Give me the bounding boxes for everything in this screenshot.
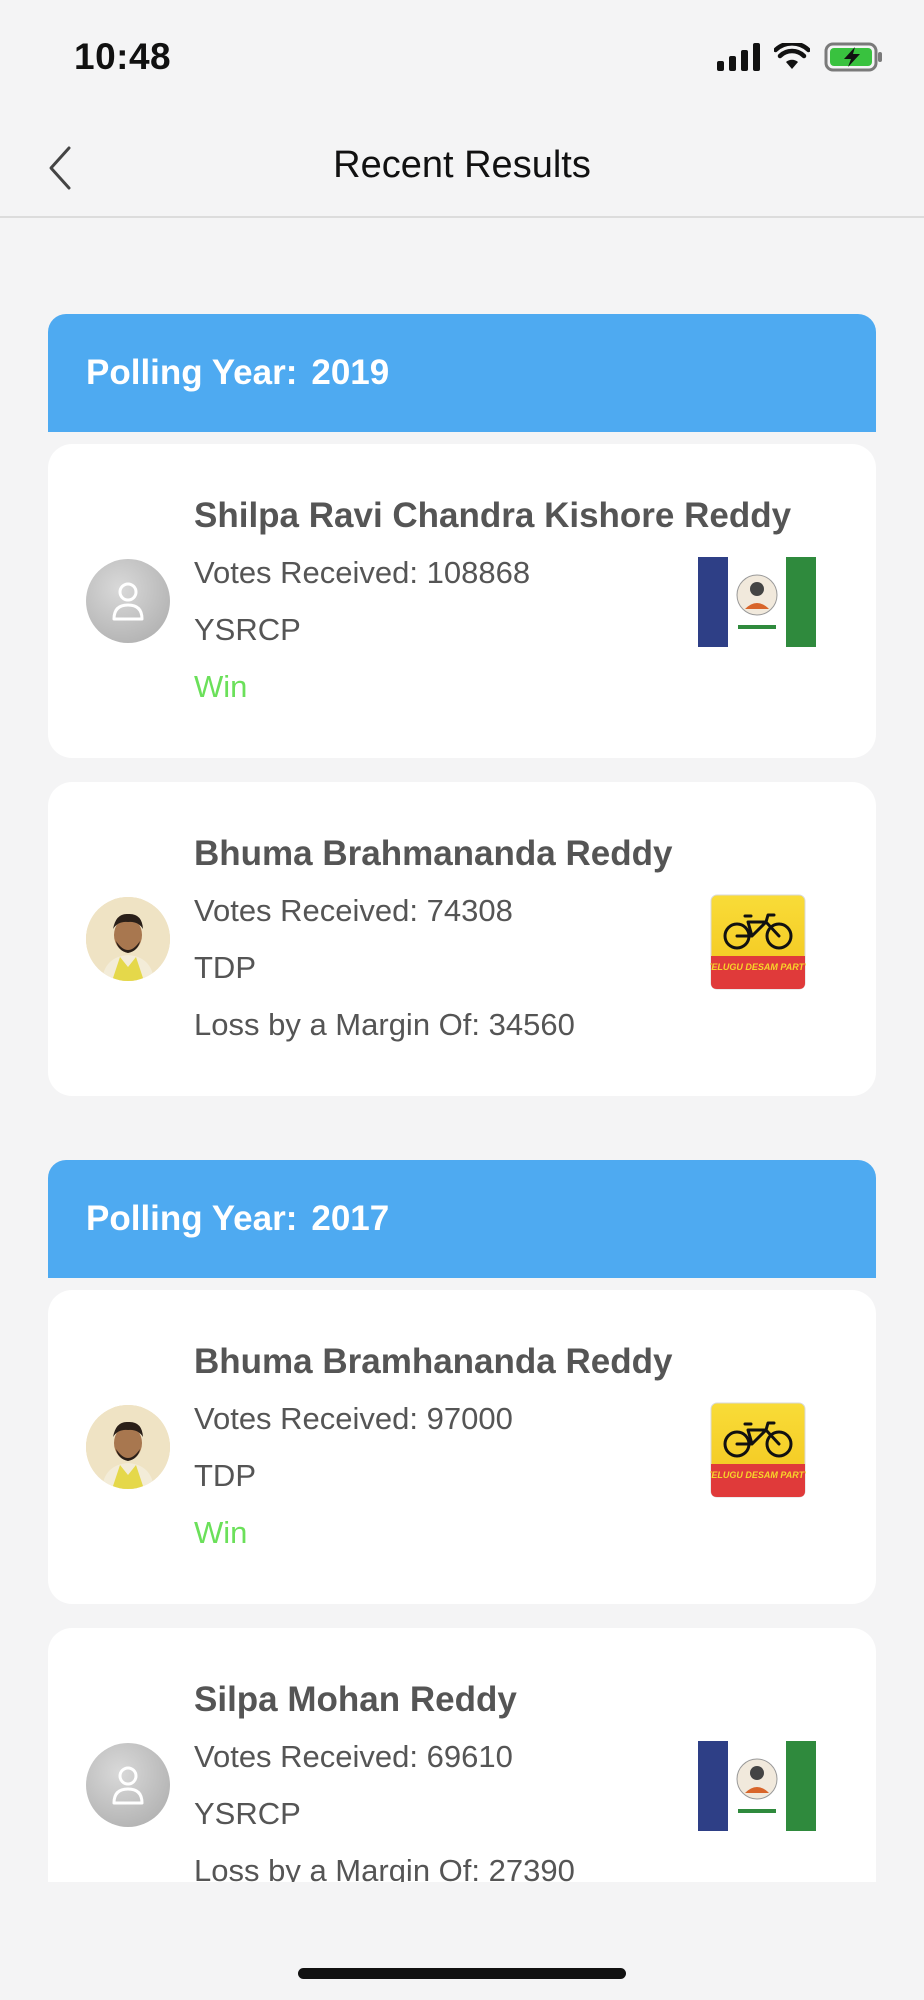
year-section-2019: Polling Year: 2019 Shilpa Ravi Chandra K…: [48, 314, 876, 1096]
year-label: Polling Year:: [86, 353, 298, 392]
party-name: YSRCP: [194, 1796, 301, 1831]
year-section-2017: Polling Year: 2017 Bhuma Bramhananda Red…: [48, 1160, 876, 1882]
candidate-photo-icon: [86, 1405, 170, 1489]
candidate-name: Shilpa Ravi Chandra Kishore Reddy: [194, 496, 792, 535]
result-card[interactable]: Bhuma Brahmananda Reddy Votes Received: …: [48, 782, 876, 1096]
navigation-bar: Recent Results: [0, 118, 924, 218]
year-value: 2017: [311, 1199, 390, 1238]
candidate-name: Silpa Mohan Reddy: [194, 1680, 517, 1719]
votes-received: Votes Received: 69610: [194, 1739, 513, 1774]
user-placeholder-icon: [112, 1766, 144, 1805]
tdp-logo-text: TELUGU DESAM PARTY: [710, 962, 806, 972]
tdp-logo-text: TELUGU DESAM PARTY: [710, 1470, 806, 1480]
wifi-icon: [774, 43, 810, 71]
result-status: Win: [194, 669, 248, 704]
result-card[interactable]: Bhuma Bramhananda Reddy Votes Received: …: [48, 1290, 876, 1604]
ysrcp-flag-logo: [698, 1741, 816, 1836]
page-title: Recent Results: [333, 144, 591, 186]
votes-received: Votes Received: 97000: [194, 1401, 513, 1436]
cellular-signal-icon: [717, 43, 760, 71]
status-bar: 10:48: [0, 0, 924, 118]
candidate-name: Bhuma Brahmananda Reddy: [194, 834, 673, 873]
year-header: Polling Year: 2017: [48, 1160, 876, 1278]
user-placeholder-icon: [112, 582, 144, 621]
status-time: 10:48: [74, 36, 172, 77]
result-status: Loss by a Margin Of: 27390: [194, 1853, 575, 1882]
avatar: [86, 559, 170, 643]
year-value: 2019: [311, 353, 390, 392]
party-name: TDP: [194, 1458, 256, 1493]
results-list[interactable]: Polling Year: 2019 Shilpa Ravi Chandra K…: [48, 218, 876, 1882]
result-status: Loss by a Margin Of: 34560: [194, 1007, 575, 1042]
tdp-logo: TELUGU DESAM PARTY: [706, 894, 811, 995]
candidate-name: Bhuma Bramhananda Reddy: [194, 1342, 673, 1381]
avatar: [86, 897, 170, 981]
tdp-logo: TELUGU DESAM PARTY: [706, 1402, 811, 1503]
result-card[interactable]: Silpa Mohan Reddy Votes Received: 69610 …: [48, 1628, 876, 1882]
votes-received: Votes Received: 74308: [194, 893, 513, 928]
candidate-photo-icon: [86, 897, 170, 981]
home-indicator[interactable]: [298, 1968, 626, 1979]
avatar: [86, 1743, 170, 1827]
year-label: Polling Year:: [86, 1199, 298, 1238]
battery-charging-icon: [824, 42, 884, 72]
result-card[interactable]: Shilpa Ravi Chandra Kishore Reddy Votes …: [48, 444, 876, 758]
avatar: [86, 1405, 170, 1489]
ysrcp-flag-logo: [698, 557, 816, 652]
year-header: Polling Year: 2019: [48, 314, 876, 432]
result-status: Win: [194, 1515, 248, 1550]
status-icons: [717, 42, 884, 72]
party-name: TDP: [194, 950, 256, 985]
